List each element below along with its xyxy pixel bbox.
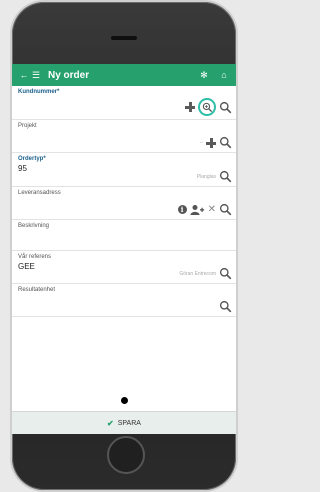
- clear-icon[interactable]: ✕: [208, 204, 216, 215]
- field-hint: --: [199, 139, 203, 146]
- home-icon[interactable]: ⌂: [218, 70, 230, 81]
- check-icon: ✔: [107, 418, 114, 428]
- save-button[interactable]: ✔ SPARA: [12, 411, 236, 434]
- field-label: Resultatenhet: [18, 287, 56, 293]
- save-label: SPARA: [117, 419, 141, 427]
- hamburger-icon[interactable]: ☰: [30, 70, 42, 81]
- add-icon[interactable]: [185, 102, 195, 112]
- field-projekt[interactable]: Projekt --: [12, 120, 236, 153]
- arrow-left-icon[interactable]: ←: [18, 70, 30, 80]
- search-icon[interactable]: [219, 101, 232, 114]
- phone-home-button[interactable]: [107, 436, 145, 474]
- field-leveransadress[interactable]: Leveransadress i ✕: [12, 187, 236, 220]
- search-icon[interactable]: [219, 300, 232, 313]
- field-label: Vår referens: [18, 254, 52, 260]
- field-label: Kundnummer*: [18, 89, 60, 95]
- field-resultatenhet[interactable]: Resultatenhet: [12, 284, 236, 317]
- field-beskrivning[interactable]: Beskrivning: [12, 220, 236, 251]
- search-icon[interactable]: [219, 203, 232, 216]
- bug-icon[interactable]: ✻: [198, 70, 210, 81]
- zoom-in-icon[interactable]: [198, 98, 216, 116]
- field-var-referens[interactable]: Vår referens GEE Göran Entrecom: [12, 251, 236, 284]
- search-icon[interactable]: [219, 267, 232, 280]
- phone-speaker: [111, 36, 137, 40]
- add-user-icon[interactable]: [190, 204, 205, 216]
- page-title: Ny order: [48, 69, 90, 81]
- cursor-dot: [121, 397, 128, 404]
- search-icon[interactable]: [219, 170, 232, 183]
- search-icon[interactable]: [219, 136, 232, 149]
- field-ordertyp[interactable]: Ordertyp* 95 Planglas: [12, 153, 236, 187]
- field-hint: Göran Entrecom: [179, 270, 216, 277]
- field-hint: Planglas: [196, 173, 216, 180]
- info-icon[interactable]: i: [177, 205, 187, 214]
- field-kundnummer[interactable]: Kundnummer*: [12, 86, 236, 120]
- field-label: Ordertyp*: [18, 156, 46, 162]
- field-label: Beskrivning: [18, 223, 50, 229]
- field-label: Projekt: [18, 123, 37, 129]
- add-icon[interactable]: [206, 137, 216, 148]
- app-bar: ← ☰ Ny order ✻ ⌂: [12, 64, 236, 86]
- app-screen: ← ☰ Ny order ✻ ⌂ Kundnummer* Projekt -- …: [12, 64, 236, 434]
- field-label: Leveransadress: [18, 190, 61, 196]
